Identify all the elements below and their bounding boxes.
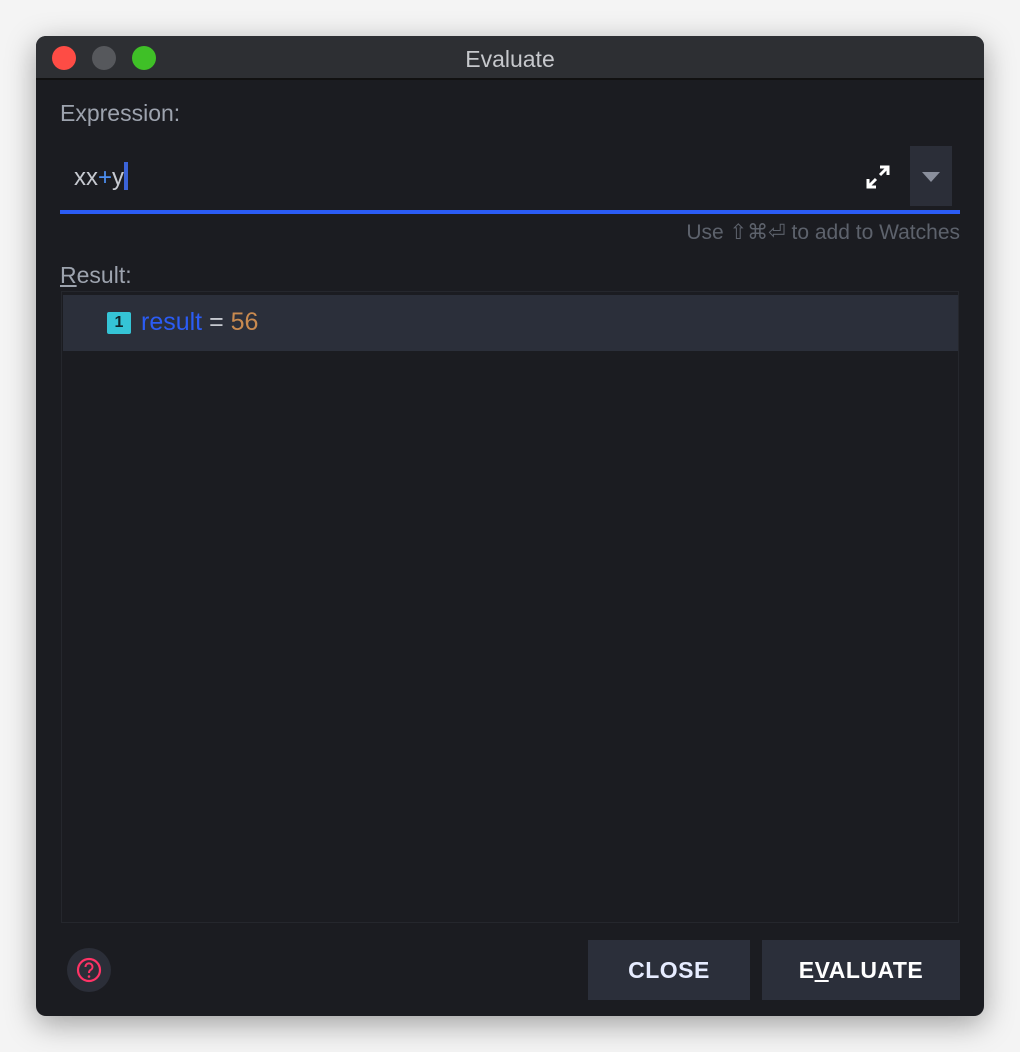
window-title: Evaluate bbox=[465, 46, 555, 72]
equals-sign: = bbox=[209, 308, 224, 336]
result-name: result bbox=[141, 308, 203, 336]
chevron-down-icon bbox=[922, 172, 940, 182]
expr-token: xx bbox=[74, 164, 98, 191]
text-caret bbox=[124, 162, 129, 190]
evaluate-button[interactable]: EVALUATE bbox=[762, 940, 960, 1000]
result-tree[interactable]: 1 result = 56 bbox=[61, 291, 959, 923]
expression-input[interactable]: xx+y bbox=[74, 162, 129, 192]
watches-hint: Use ⇧⌘⏎ to add to Watches bbox=[686, 221, 960, 244]
result-row[interactable]: 1 result = 56 bbox=[63, 295, 958, 351]
result-value: 56 bbox=[230, 308, 259, 336]
expand-icon[interactable] bbox=[864, 163, 892, 191]
help-icon bbox=[76, 957, 102, 983]
input-focus-underline bbox=[60, 210, 960, 214]
result-label: Result: bbox=[60, 262, 132, 288]
history-dropdown-button[interactable] bbox=[910, 146, 952, 206]
expression-label: Expression: bbox=[60, 100, 181, 126]
expr-token: y bbox=[112, 164, 125, 191]
help-button[interactable] bbox=[67, 948, 111, 992]
primitive-type-icon: 1 bbox=[107, 312, 131, 334]
close-button[interactable]: CLOSE bbox=[588, 940, 750, 1000]
title-bar: Evaluate bbox=[36, 36, 984, 80]
expr-operator: + bbox=[98, 164, 113, 191]
evaluate-dialog: Evaluate Expression: xx+y Use ⇧⌘⏎ to add… bbox=[36, 36, 984, 1016]
